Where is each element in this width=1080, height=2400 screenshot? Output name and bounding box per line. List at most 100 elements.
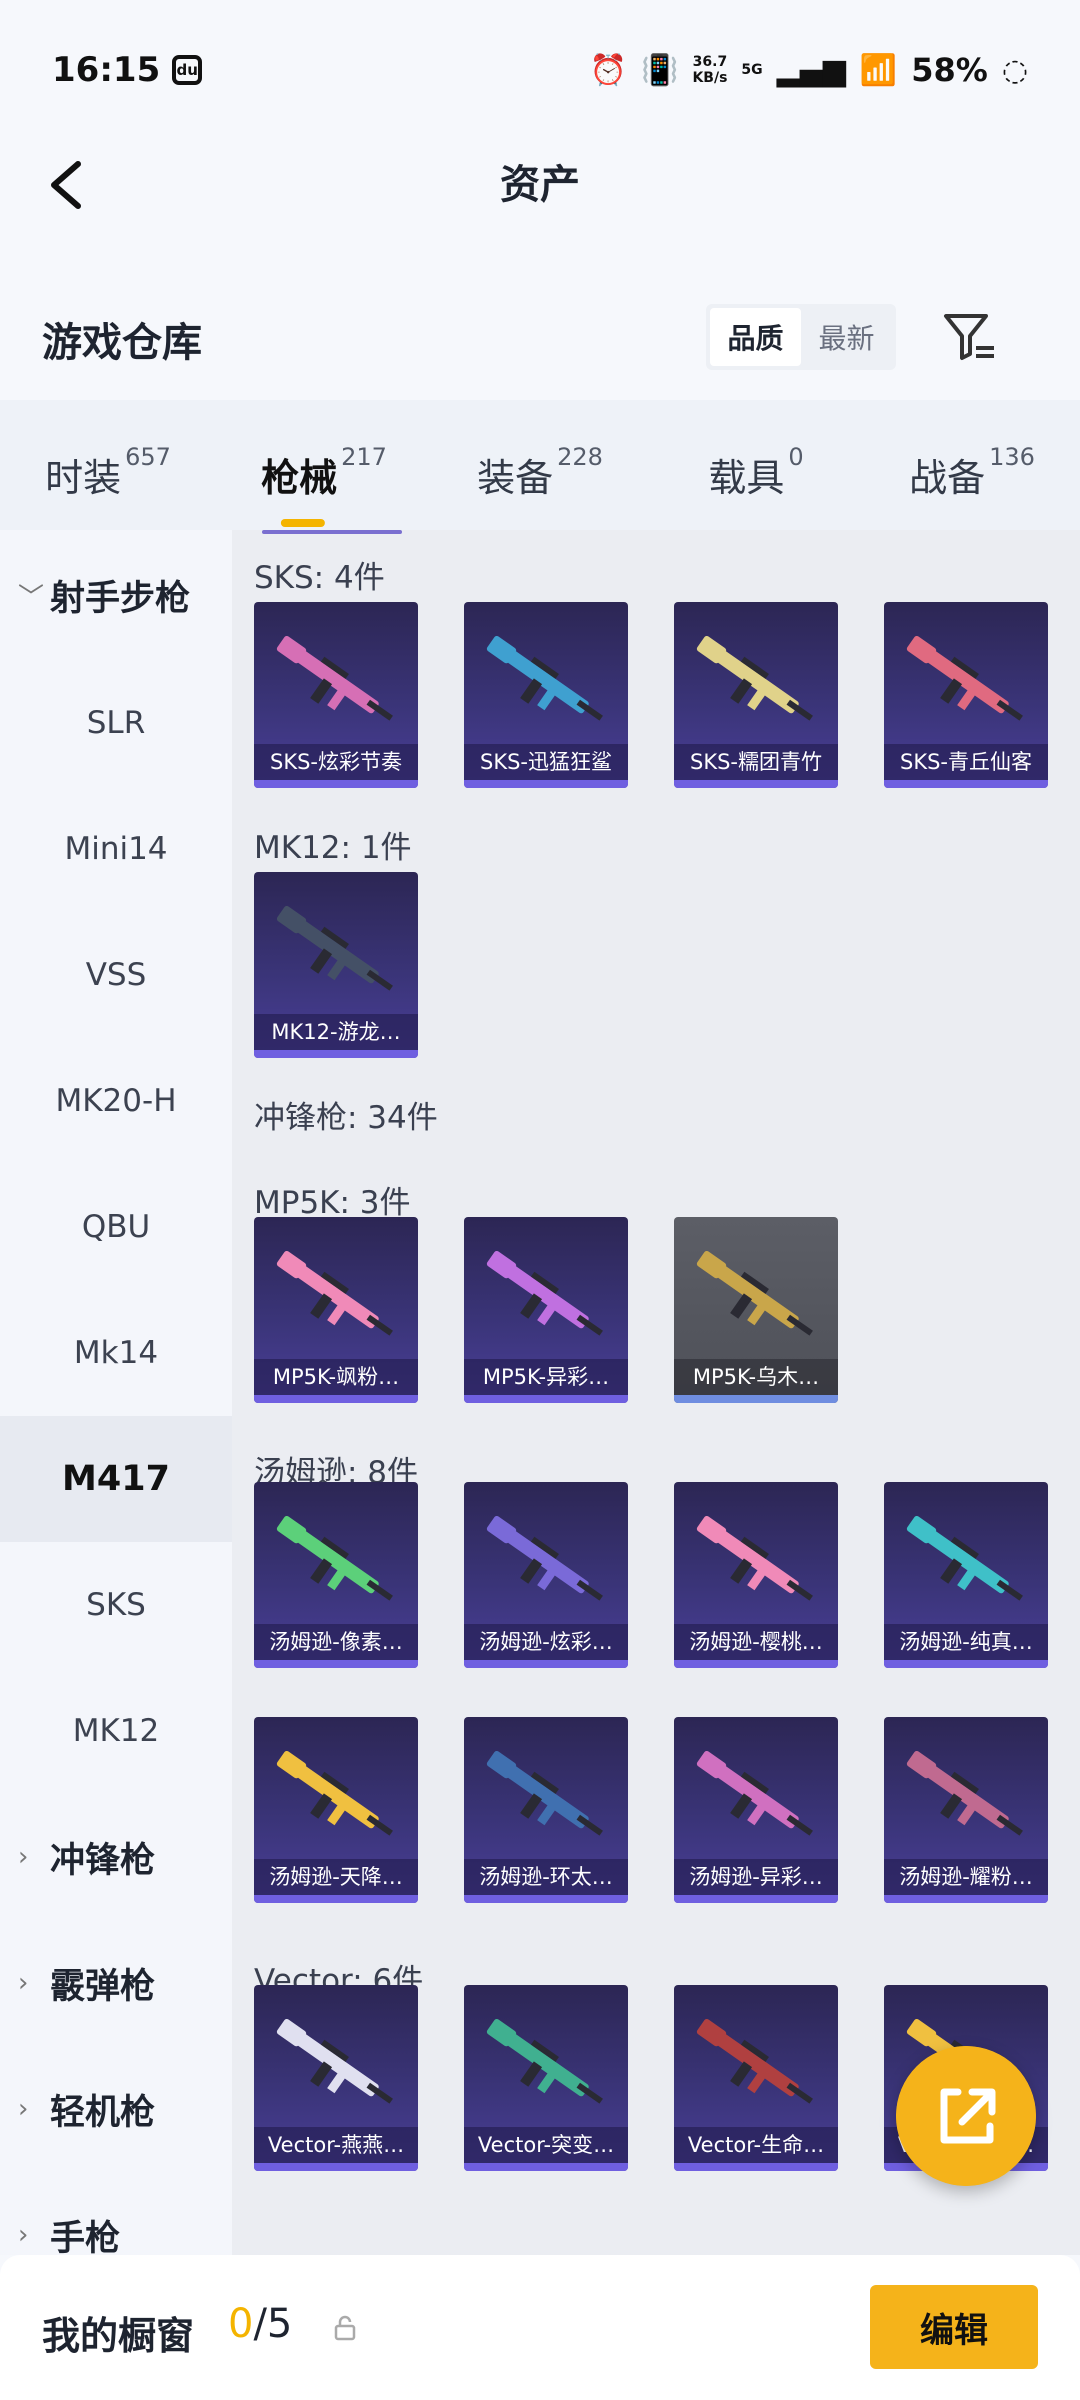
weapon-card[interactable]: SKS-迅猛狂鲨 [464,602,628,788]
tab-count: 228 [557,443,603,471]
back-icon[interactable] [34,150,104,220]
weapon-image-icon [276,1750,393,1836]
showcase-count: 0/5 [228,2301,292,2347]
rarity-bar [254,1895,418,1903]
rarity-bar [884,1895,1048,1903]
tab-count: 136 [989,443,1035,471]
wifi-icon: 📶 [859,52,898,88]
sort-quality-button[interactable]: 品质 [710,308,801,366]
weapon-name: MP5K-乌木… [674,1359,838,1395]
sidebar-category-smg[interactable]: › 冲锋枪 [0,1794,232,1920]
weapon-name: SKS-青丘仙客 [884,744,1048,780]
weapon-card[interactable]: MP5K-异彩… [464,1217,628,1403]
rarity-bar [884,1660,1048,1668]
tab-vehicles[interactable]: 载具 0 [648,425,864,505]
sort-toggle: 品质 最新 [706,304,896,370]
sidebar-item-slr[interactable]: SLR [0,660,232,786]
sidebar-category-lmg[interactable]: › 轻机枪 [0,2046,232,2172]
battery-level: 58% [911,51,988,89]
lock-icon [334,2315,356,2341]
sidebar-item-mini14[interactable]: Mini14 [0,786,232,912]
network-type: 5G [741,62,763,78]
sidebar-item-mk20h[interactable]: MK20-H [0,1038,232,1164]
rarity-bar [674,780,838,788]
weapon-card[interactable]: Vector-燕燕… [254,1985,418,2171]
signal-icon: ▂▄▆ [776,52,846,88]
sidebar-item-vss[interactable]: VSS [0,912,232,1038]
weapon-image-icon [486,2018,603,2104]
rarity-bar [254,1660,418,1668]
sidebar-category-shotgun[interactable]: › 霰弹枪 [0,1920,232,2046]
rarity-bar [254,1050,418,1058]
weapon-image-icon [486,1250,603,1336]
weapon-image-icon [276,635,393,721]
weapon-image-icon [696,1750,813,1836]
status-bar: 16:15 du ⏰ 📳 36.7 KB/s 5G ▂▄▆ 📶 58% ◌ [0,0,1080,140]
weapon-name: MP5K-飒粉… [254,1359,418,1395]
weapon-card[interactable]: 汤姆逊-耀粉… [884,1717,1048,1903]
weapon-image-icon [696,1250,813,1336]
weapon-card[interactable]: 汤姆逊-炫彩… [464,1482,628,1668]
sidebar-item-mk12[interactable]: MK12 [0,1668,232,1794]
weapon-image-icon [486,1515,603,1601]
showcase-current: 0 [228,2301,254,2347]
rarity-bar [464,1895,628,1903]
tab-equipment[interactable]: 装备 228 [432,425,648,505]
rarity-bar [464,1660,628,1668]
weapon-card[interactable]: SKS-糯团青竹 [674,602,838,788]
scroll-edge-strip [262,530,402,534]
showcase-total: /5 [253,2301,293,2347]
weapon-card[interactable]: 汤姆逊-樱桃… [674,1482,838,1668]
weapon-card[interactable]: 汤姆逊-像素… [254,1482,418,1668]
tab-label: 载具 [708,456,785,500]
sidebar-item-mk14[interactable]: Mk14 [0,1290,232,1416]
tab-firearms[interactable]: 枪械 217 [216,425,432,505]
weapon-card[interactable]: SKS-炫彩节奏 [254,602,418,788]
weapon-card[interactable]: SKS-青丘仙客 [884,602,1048,788]
tab-fashion[interactable]: 时装 657 [0,425,216,505]
weapon-card[interactable]: MP5K-乌木… [674,1217,838,1403]
filter-icon[interactable] [940,308,1000,368]
weapon-image-icon [276,905,393,991]
weapon-card[interactable]: 汤姆逊-天降… [254,1717,418,1903]
sidebar-item-m417[interactable]: M417 [0,1416,232,1542]
group-title-smg: 冲锋枪: 34件 [254,1100,438,1136]
rarity-bar [674,1660,838,1668]
weapon-name: SKS-糯团青竹 [674,744,838,780]
vibrate-icon: 📳 [641,52,679,88]
tab-supplies[interactable]: 战备 136 [864,425,1080,505]
group-title-mp5k: MP5K: 3件 [254,1185,411,1221]
sidebar-item-sks[interactable]: SKS [0,1542,232,1668]
rarity-bar [674,2163,838,2171]
weapon-name: 汤姆逊-纯真… [884,1624,1048,1660]
weapon-card[interactable]: Vector-突变… [464,1985,628,2171]
weapon-image-icon [486,635,603,721]
weapon-card[interactable]: 汤姆逊-环太… [464,1717,628,1903]
weapon-card[interactable]: Vector-生命… [674,1985,838,2171]
sidebar-category-marksman[interactable]: ﹀ 射手步枪 [0,530,232,660]
sort-newest-button[interactable]: 最新 [801,308,892,366]
weapon-name: MK12-游龙… [254,1014,418,1050]
weapon-card[interactable]: MP5K-飒粉… [254,1217,418,1403]
rarity-bar [464,1395,628,1403]
sidebar-category-label: 轻机枪 [50,2092,156,2133]
share-export-icon[interactable] [896,2046,1036,2186]
battery-icon: ◌ [1001,52,1028,88]
weapon-image-icon [276,1515,393,1601]
sidebar-item-qbu[interactable]: QBU [0,1164,232,1290]
sidebar-category-pistol[interactable]: › 手枪 [0,2172,232,2256]
weapon-image-icon [696,1515,813,1601]
tab-label: 时装 [45,456,122,500]
chevron-right-icon: › [18,1968,29,1998]
weapon-card[interactable]: 汤姆逊-异彩… [674,1717,838,1903]
weapon-card[interactable]: 汤姆逊-纯真… [884,1482,1048,1668]
top-header: 资产 [0,140,1080,230]
weapon-image-icon [486,1750,603,1836]
weapon-card[interactable]: MK12-游龙… [254,872,418,1058]
rarity-bar [254,1395,418,1403]
sidebar-category-label: 手枪 [50,2218,121,2256]
speed-unit: KB/s [692,70,728,86]
edit-button[interactable]: 编辑 [870,2285,1038,2369]
sidebar-category-label: 霰弹枪 [50,1966,156,2007]
weapon-image-icon [906,1515,1023,1601]
